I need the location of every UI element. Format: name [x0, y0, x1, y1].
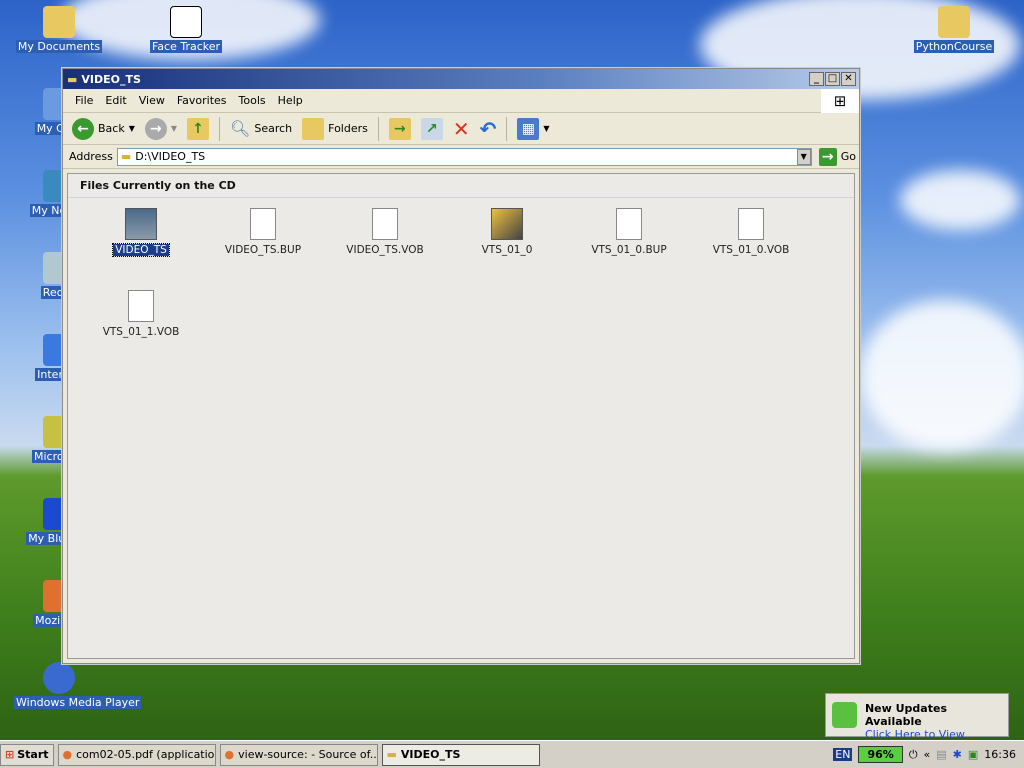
- title-bar[interactable]: ▬ VIDEO_TS _ □ ✕: [63, 69, 859, 89]
- chevron-down-icon: ▼: [543, 124, 550, 133]
- windows-logo-icon: ⊞: [821, 88, 859, 113]
- file-view: Files Currently on the CD VIDEO_TS VIDEO…: [67, 173, 855, 659]
- file-icon: [372, 208, 398, 240]
- video-thumbnail-icon: [125, 208, 157, 240]
- toolbar: ← Back ▼ → ▼ ↑ 🔍︎ Search Folders → ↗ ✕ ↶ ▦ ▼: [63, 113, 859, 145]
- battery-indicator[interactable]: 96%: [858, 746, 903, 763]
- tray-icon[interactable]: ▤: [936, 748, 946, 761]
- forward-arrow-icon: →: [144, 117, 167, 140]
- undo-button[interactable]: ↶: [477, 117, 500, 141]
- move-to-icon: →: [388, 117, 411, 140]
- address-input[interactable]: ▬ D:\VIDEO_TS ▼: [116, 147, 812, 166]
- face-icon: [170, 6, 202, 38]
- taskbar-item-video-ts[interactable]: ▬ VIDEO_TS: [381, 743, 540, 766]
- menu-favorites[interactable]: Favorites: [171, 94, 233, 107]
- address-bar: Address ▬ D:\VIDEO_TS ▼ → Go: [63, 145, 859, 169]
- menu-file[interactable]: File: [69, 94, 99, 107]
- views-icon: ▦: [517, 117, 540, 140]
- back-arrow-icon: ←: [72, 117, 94, 140]
- cloud: [900, 170, 1020, 230]
- folder-icon: [43, 6, 75, 38]
- power-plug-icon[interactable]: ⏻: [909, 748, 918, 762]
- menu-view[interactable]: View: [133, 94, 171, 107]
- delete-x-icon: ✕: [452, 116, 470, 141]
- media-player-icon: [43, 662, 75, 694]
- copy-to-button[interactable]: ↗: [418, 117, 446, 140]
- window-title: VIDEO_TS: [81, 72, 141, 86]
- close-button[interactable]: ✕: [841, 72, 856, 86]
- up-folder-button[interactable]: ↑: [184, 117, 212, 140]
- menu-tools[interactable]: Tools: [233, 94, 272, 107]
- taskbar-item-pdf[interactable]: ● com02-05.pdf (applicatio...: [57, 743, 216, 766]
- group-header: Files Currently on the CD: [68, 174, 854, 198]
- address-dropdown-button[interactable]: ▼: [796, 148, 811, 165]
- search-icon: 🔍︎: [230, 119, 251, 138]
- search-button[interactable]: 🔍︎ Search: [227, 119, 295, 138]
- folder-icon: ▬: [386, 748, 397, 761]
- system-tray: EN 96% ⏻ « ▤ ✱ ▣ 16:36: [833, 746, 1024, 763]
- menu-edit[interactable]: Edit: [99, 94, 132, 107]
- file-item[interactable]: VTS_01_0.VOB: [696, 208, 806, 256]
- folders-icon: [302, 117, 325, 140]
- file-item[interactable]: VIDEO_TS: [86, 208, 196, 257]
- language-indicator[interactable]: EN: [833, 748, 853, 761]
- desktop-icon-my-documents[interactable]: My Documents: [14, 6, 104, 53]
- file-item[interactable]: VTS_01_1.VOB: [86, 290, 196, 338]
- undo-icon: ↶: [479, 116, 497, 141]
- update-notification[interactable]: New Updates Available Click Here to View: [825, 693, 1009, 741]
- back-button[interactable]: ← Back ▼: [69, 117, 138, 140]
- file-item[interactable]: VIDEO_TS.VOB: [330, 208, 440, 256]
- delete-button[interactable]: ✕: [450, 117, 473, 141]
- up-folder-icon: ↑: [187, 117, 210, 140]
- file-item[interactable]: VTS_01_0: [452, 208, 562, 256]
- folder-icon: [938, 6, 970, 38]
- firefox-icon: ●: [62, 748, 73, 761]
- firefox-icon: ●: [224, 748, 235, 761]
- go-button[interactable]: → Go: [816, 147, 859, 166]
- go-arrow-icon: →: [818, 147, 837, 166]
- file-item[interactable]: VIDEO_TS.BUP: [208, 208, 318, 256]
- file-item[interactable]: VTS_01_0.BUP: [574, 208, 684, 256]
- separator: [219, 116, 221, 141]
- windows-flag-icon: ⊞: [5, 748, 15, 761]
- file-icon: [250, 208, 276, 240]
- clock: 16:36: [984, 748, 1016, 761]
- desktop-icon-wmp[interactable]: Windows Media Player: [14, 662, 142, 709]
- taskbar: ⊞ Start ● com02-05.pdf (applicatio... ● vie…: [0, 740, 1024, 768]
- copy-to-icon: ↗: [420, 117, 443, 140]
- tray-icon[interactable]: ▣: [968, 748, 978, 761]
- chevron-down-icon: ▼: [170, 124, 178, 133]
- explorer-window: ▬ VIDEO_TS _ □ ✕ File Edit View Favorite…: [62, 68, 860, 664]
- forward-button[interactable]: → ▼: [142, 117, 180, 140]
- video-thumbnail-icon: [491, 208, 523, 240]
- chevron-down-icon: ▼: [128, 124, 135, 133]
- views-button[interactable]: ▦ ▼: [514, 117, 552, 140]
- move-to-button[interactable]: →: [386, 117, 414, 140]
- folders-button[interactable]: Folders: [299, 117, 371, 140]
- desktop-icon-pythoncourse[interactable]: PythonCourse: [909, 6, 999, 53]
- file-icon: [738, 208, 764, 240]
- taskbar-item-view-source[interactable]: ● view-source: - Source of...: [219, 743, 378, 766]
- cloud: [860, 300, 1024, 450]
- folder-icon: ▬: [120, 150, 132, 163]
- menu-bar: File Edit View Favorites Tools Help ⊞: [63, 88, 859, 113]
- folder-icon: ▬: [67, 72, 78, 86]
- address-label: Address: [69, 150, 113, 163]
- menu-help[interactable]: Help: [272, 94, 309, 107]
- separator: [377, 116, 379, 141]
- file-icon: [128, 290, 154, 322]
- file-icon: [616, 208, 642, 240]
- bluetooth-icon[interactable]: ✱: [953, 748, 962, 761]
- desktop-icon-face-tracker[interactable]: Face Tracker: [141, 6, 231, 53]
- separator: [506, 116, 508, 141]
- start-button[interactable]: ⊞ Start: [0, 743, 54, 766]
- maximize-button[interactable]: □: [825, 72, 840, 86]
- show-hidden-icons-button[interactable]: «: [924, 748, 931, 761]
- minimize-button[interactable]: _: [809, 72, 824, 86]
- puzzle-icon: [832, 702, 857, 728]
